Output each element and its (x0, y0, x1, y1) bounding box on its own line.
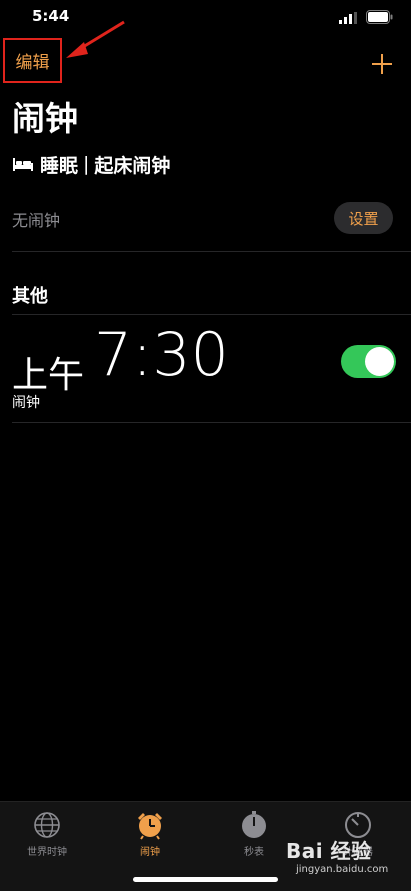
tab-world-clock[interactable]: 世界时钟 (2, 810, 92, 860)
alarm-period: 上午 (12, 355, 85, 396)
stopwatch-icon (242, 811, 266, 838)
divider (12, 422, 411, 423)
toggle-knob (365, 347, 394, 376)
alarm-toggle[interactable] (341, 345, 396, 378)
add-alarm-button[interactable] (370, 52, 394, 76)
alarm-clock-icon (138, 813, 162, 840)
watermark: Bai 经验 jingyan.baidu.com (286, 835, 388, 875)
setup-button[interactable]: 设置 (334, 202, 393, 234)
setup-label: 设置 (348, 209, 379, 228)
no-alarm-text: 无闹钟 (12, 211, 61, 230)
sleep-header: 睡眠 | 起床闹钟 (12, 150, 170, 178)
section-other-heading: 其他 (12, 286, 48, 307)
tab-label: 闹钟 (140, 847, 160, 858)
sleep-separator: | (83, 153, 90, 175)
watermark-main: Bai 经验 (286, 839, 372, 863)
tab-label: 世界时钟 (27, 847, 67, 858)
tab-alarm[interactable]: 闹钟 (105, 810, 195, 860)
home-indicator (133, 877, 278, 882)
alarm-row[interactable]: 上午 7:30 闹钟 (0, 316, 411, 422)
battery-icon (366, 10, 393, 24)
divider (12, 314, 411, 315)
sleep-label: 睡眠 (40, 154, 79, 177)
watermark-sub: jingyan.baidu.com (296, 864, 389, 875)
edit-label: 编辑 (15, 53, 50, 73)
annotation-arrow-icon (66, 20, 125, 58)
signal-icon (339, 12, 357, 24)
alarm-label: 闹钟 (12, 395, 40, 411)
globe-icon (34, 812, 60, 838)
divider (12, 251, 411, 252)
wake-up-alarm-label: 起床闹钟 (94, 154, 171, 177)
alarm-time: 7:30 (94, 320, 229, 390)
bed-icon (13, 158, 33, 171)
edit-button[interactable]: 编辑 (3, 38, 62, 83)
tab-label: 秒表 (244, 847, 264, 858)
page-title: 闹钟 (12, 99, 78, 138)
